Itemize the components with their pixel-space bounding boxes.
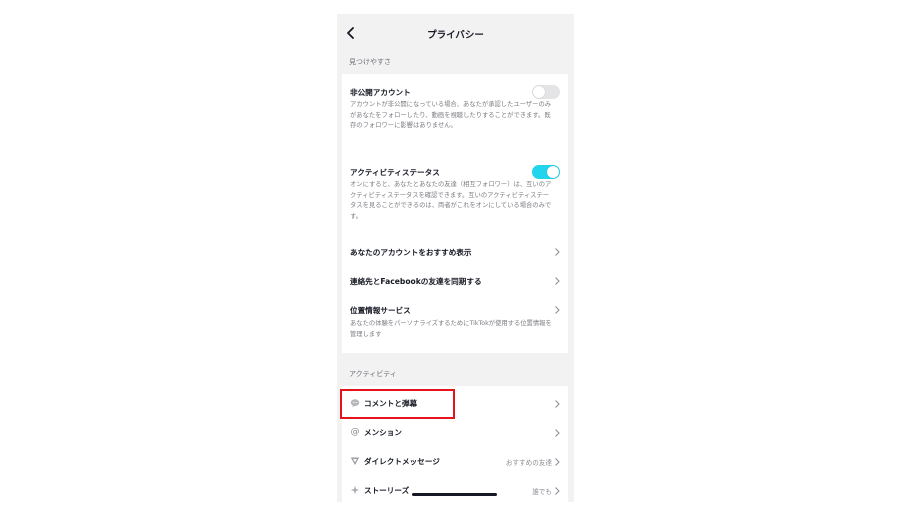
chevron-right-icon bbox=[555, 458, 560, 466]
activity-label: メンション bbox=[364, 428, 402, 437]
sparkle-icon bbox=[350, 485, 360, 495]
toggle-knob bbox=[547, 166, 559, 178]
direct-message-icon bbox=[350, 457, 360, 465]
highlight-box bbox=[340, 389, 455, 419]
chevron-right-icon bbox=[555, 277, 560, 285]
header: プライバシー bbox=[337, 14, 574, 52]
suggest-account-title: あなたのアカウントをおすすめ表示 bbox=[350, 248, 472, 257]
sync-contacts-title: 連絡先とFacebookの友達を同期する bbox=[350, 277, 482, 286]
at-icon: @ bbox=[350, 427, 360, 437]
activity-value: 誰でも bbox=[532, 488, 552, 496]
activity-label: ストーリーズ bbox=[364, 486, 410, 495]
activity-status-toggle[interactable] bbox=[532, 165, 560, 179]
location-services-desc: あなたの体験をパーソナライズするためにTikTokが使用する位置情報を管理します bbox=[350, 320, 552, 338]
chevron-right-icon bbox=[555, 487, 560, 495]
chevron-right-icon bbox=[555, 429, 560, 437]
location-services-title: 位置情報サービス bbox=[350, 306, 411, 315]
activity-status-title: アクティビティステータス bbox=[350, 168, 440, 177]
chevron-right-icon bbox=[555, 400, 560, 408]
section-label-activity: アクティビティ bbox=[349, 370, 397, 378]
section-label-discoverability: 見つけやすさ bbox=[349, 58, 391, 66]
discoverability-card: 非公開アカウント アカウントが非公開になっている場合、あなたが承認したユーザーの… bbox=[342, 74, 568, 353]
private-account-desc: アカウントが非公開になっている場合、あなたが承認したユーザーのみがあなたをフォロ… bbox=[350, 101, 552, 129]
chevron-right-icon bbox=[555, 248, 560, 256]
activity-label: ダイレクトメッセージ bbox=[364, 457, 440, 466]
chevron-right-icon bbox=[555, 306, 560, 314]
private-account-title: 非公開アカウント bbox=[350, 88, 411, 97]
page-title: プライバシー bbox=[427, 30, 484, 41]
activity-value: おすすめの友達 bbox=[505, 459, 552, 467]
activity-status-desc: オンにすると、あなたとあなたの友達（相互フォロワー）は、互いのアクティビティステ… bbox=[350, 181, 552, 220]
home-indicator bbox=[412, 493, 497, 496]
private-account-toggle[interactable] bbox=[532, 85, 560, 99]
privacy-screen: プライバシー 見つけやすさ 非公開アカウント アカウントが非公開になっている場合… bbox=[337, 14, 574, 502]
toggle-knob bbox=[533, 86, 545, 98]
